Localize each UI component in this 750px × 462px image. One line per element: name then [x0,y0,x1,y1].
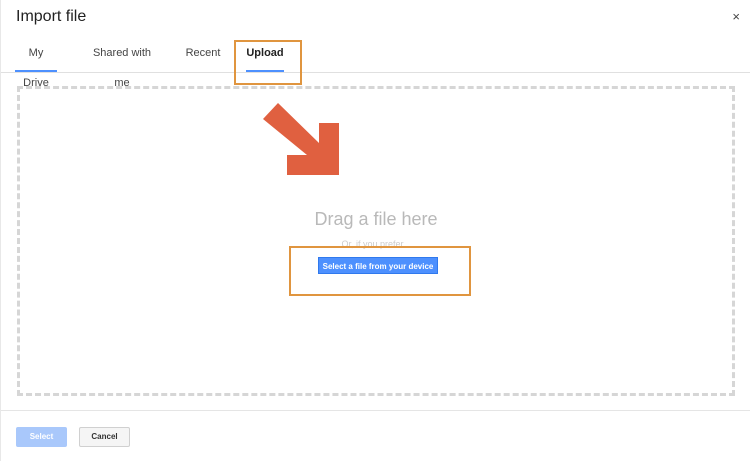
drop-zone[interactable]: Drag a file here Or, if you prefer... Se… [17,86,735,396]
select-file-from-device-button[interactable]: Select a file from your device [318,257,438,274]
tab-label: Upload [246,47,284,59]
tab-underline [246,70,284,72]
drag-file-text: Drag a file here [314,209,438,229]
dialog-footer: Select Cancel [1,410,750,462]
select-button[interactable]: Select [16,427,67,447]
tab-recent[interactable]: Recent [184,38,222,72]
tab-label: My Drive [23,47,49,89]
arrow-down-right-icon [263,103,339,175]
tab-bar: My Drive Shared with me Recent Upload [1,38,750,89]
tab-label: Recent [185,47,221,59]
tab-underline [15,70,57,72]
tab-upload[interactable]: Upload [246,38,284,72]
close-icon[interactable]: × [732,9,740,25]
tab-label: Shared with me [92,47,152,89]
tab-my-drive[interactable]: My Drive [15,38,57,89]
dialog-title: Import file [16,8,87,25]
prefer-text: Or, if you prefer... [341,239,411,249]
import-file-dialog: Import file × My Drive Shared with me Re… [0,0,750,461]
tab-shared-with-me[interactable]: Shared with me [85,38,159,89]
cancel-button[interactable]: Cancel [79,427,130,447]
